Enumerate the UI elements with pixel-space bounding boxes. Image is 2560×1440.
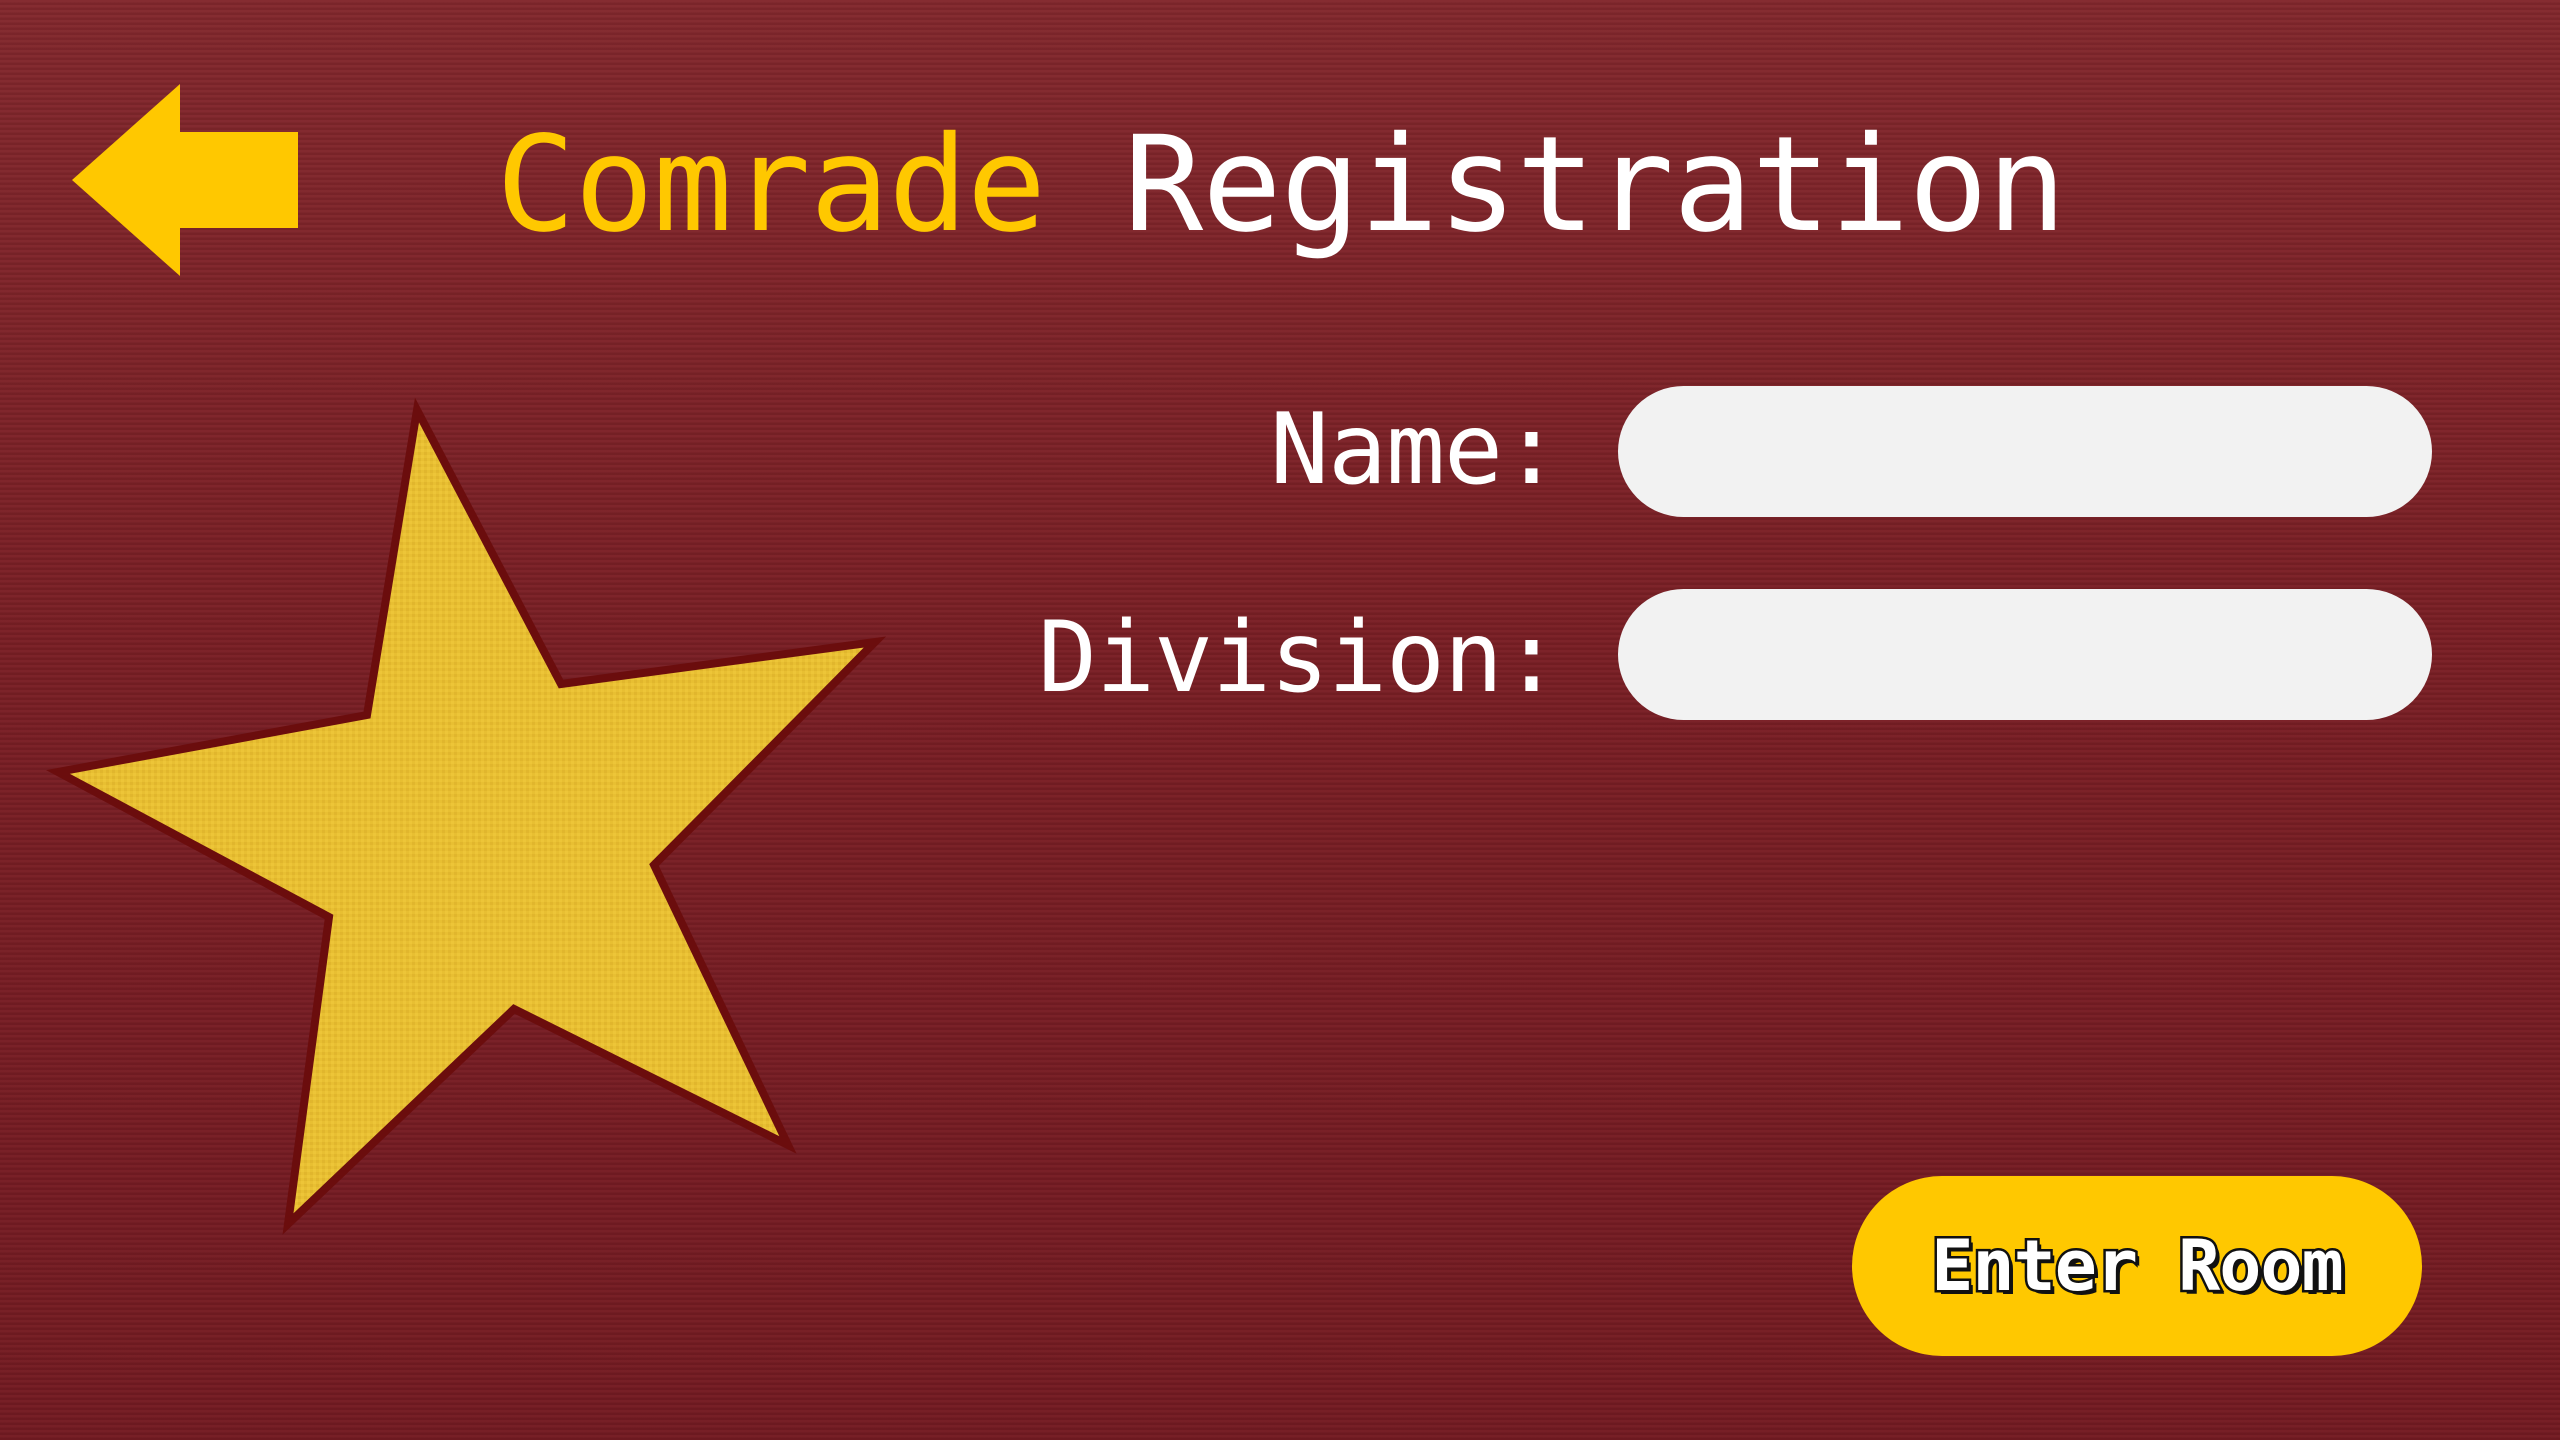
page-title: Comrade Registration <box>496 105 2067 265</box>
division-input[interactable] <box>1618 589 2432 720</box>
division-label: Division: <box>1037 601 1561 715</box>
enter-room-button[interactable]: Enter Room <box>1852 1176 2422 1356</box>
title-word-registration: Registration <box>1123 108 2067 262</box>
name-input[interactable] <box>1618 386 2432 517</box>
enter-room-label: Enter Room <box>1929 1223 2346 1310</box>
title-word-comrade: Comrade <box>496 108 1046 262</box>
back-button[interactable] <box>72 84 298 276</box>
star-icon <box>46 397 887 1235</box>
arrow-left-icon <box>72 84 298 276</box>
name-label: Name: <box>1269 393 1561 507</box>
